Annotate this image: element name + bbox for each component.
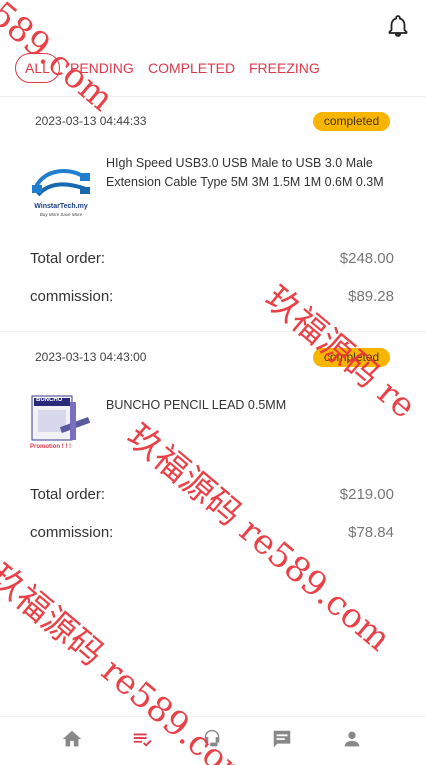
divider	[0, 96, 426, 97]
nav-orders[interactable]	[107, 717, 177, 765]
product-thumbnail: WinstarTech.my Buy More Save More	[30, 159, 92, 219]
nav-profile[interactable]	[317, 717, 387, 765]
status-badge: completed	[313, 348, 390, 367]
commission-value: $89.28	[348, 288, 394, 305]
order-card[interactable]: 2023-03-13 04:43:00 completed BUNCHO Pro…	[0, 348, 426, 586]
profile-icon	[341, 728, 363, 755]
total-order-label: Total order:	[30, 486, 106, 503]
bell-icon[interactable]	[386, 14, 410, 38]
nav-service[interactable]	[177, 717, 247, 765]
order-status-tabs: ALL PENDING COMPLETED FREEZING	[15, 53, 415, 85]
order-date: 2023-03-13 04:44:33	[35, 114, 147, 128]
message-icon	[271, 728, 293, 755]
divider	[0, 331, 426, 332]
bottom-navigation	[0, 716, 426, 765]
tab-completed[interactable]: COMPLETED	[148, 53, 235, 83]
thumbnail-tagline: Buy More Save More	[39, 212, 83, 217]
nav-messages[interactable]	[247, 717, 317, 765]
home-icon	[61, 728, 83, 755]
thumbnail-tagline: Promotion ! ! !	[30, 444, 71, 450]
product-thumbnail: BUNCHO Promotion ! ! !	[30, 392, 92, 452]
top-bar	[0, 0, 426, 50]
thumbnail-brand: WinstarTech.my	[34, 203, 88, 210]
total-order-value: $219.00	[339, 486, 394, 503]
commission-label: commission:	[30, 524, 114, 541]
orders-icon	[131, 728, 153, 755]
order-card[interactable]: 2023-03-13 04:44:33 completed WinstarTec…	[0, 112, 426, 350]
product-name[interactable]: HIgh Speed USB3.0 USB Male to USB 3.0 Ma…	[106, 154, 406, 192]
service-icon	[201, 728, 223, 755]
commission-label: commission:	[30, 288, 114, 305]
total-order-label: Total order:	[30, 250, 106, 267]
commission-value: $78.84	[348, 524, 394, 541]
tab-freezing[interactable]: FREEZING	[249, 53, 320, 83]
product-name[interactable]: BUNCHO PENCIL LEAD 0.5MM	[106, 396, 406, 415]
status-badge: completed	[313, 112, 390, 131]
order-date: 2023-03-13 04:43:00	[35, 350, 147, 364]
tab-pending[interactable]: PENDING	[70, 53, 134, 83]
nav-home[interactable]	[37, 717, 107, 765]
thumbnail-brand: BUNCHO	[36, 397, 63, 403]
tab-all[interactable]: ALL	[15, 53, 60, 83]
total-order-value: $248.00	[339, 250, 394, 267]
